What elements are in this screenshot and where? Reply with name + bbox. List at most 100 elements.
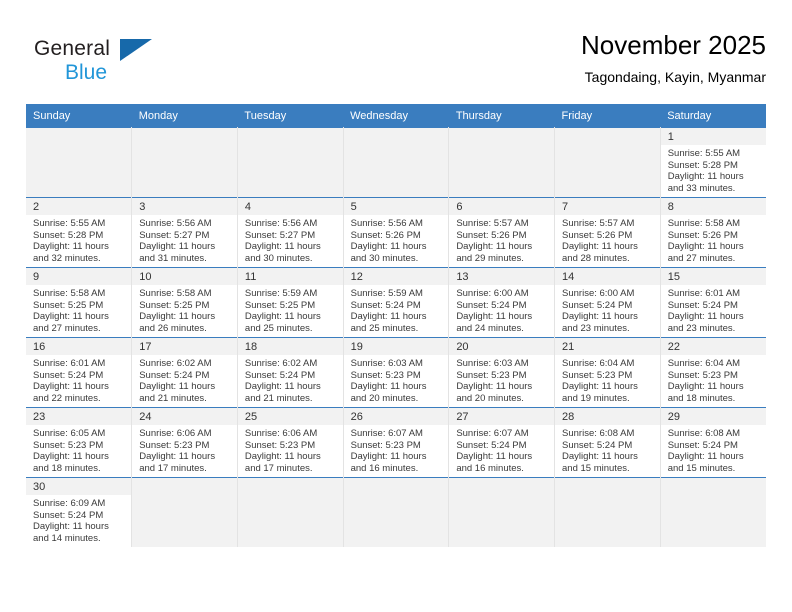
day-details: Sunrise: 6:00 AM Sunset: 5:24 PM Daylight:…: [449, 285, 554, 334]
day-cell[interactable]: 6 Sunrise: 5:57 AM Sunset: 5:26 PM Daylight…: [448, 197, 556, 268]
day-cell-empty: [660, 477, 766, 547]
sunrise-text: Sunrise: 6:06 AM: [139, 428, 212, 439]
day-details: Sunrise: 5:57 AM Sunset: 5:26 PM Daylight:…: [555, 215, 660, 264]
daylight-text-line1: Daylight: 11 hours: [667, 381, 744, 393]
daylight-text-line2: and 23 minutes.: [667, 322, 736, 334]
daylight-text-line2: and 15 minutes.: [562, 462, 630, 474]
day-cell[interactable]: 20 Sunrise: 6:03 AM Sunset: 5:23 PM Dayligh…: [448, 337, 556, 408]
sunset-text: Sunset: 5:23 PM: [350, 439, 421, 451]
daylight-text-line2: and 27 minutes.: [33, 322, 101, 334]
weekday-header-monday: Monday: [131, 104, 238, 128]
weekday-header-tuesday: Tuesday: [237, 104, 344, 128]
day-cell-empty: [554, 477, 661, 547]
day-cell[interactable]: 13 Sunrise: 6:00 AM Sunset: 5:24 PM Dayligh…: [448, 267, 556, 338]
daylight-text-line1: Daylight: 11 hours: [33, 521, 109, 533]
day-number: 23: [26, 408, 132, 425]
day-cell[interactable]: 30 Sunrise: 6:09 AM Sunset: 5:24 PM Dayligh…: [26, 477, 133, 547]
daylight-text-line2: and 24 minutes.: [456, 322, 524, 334]
day-cell[interactable]: 16 Sunrise: 6:01 AM Sunset: 5:24 PM Dayligh…: [26, 337, 133, 408]
daylight-text-line2: and 32 minutes.: [33, 252, 101, 264]
day-cell[interactable]: 25 Sunrise: 6:06 AM Sunset: 5:23 PM Dayligh…: [237, 407, 344, 478]
day-cell[interactable]: 15 Sunrise: 6:01 AM Sunset: 5:24 PM Dayligh…: [660, 267, 766, 338]
day-number: 14: [555, 268, 660, 285]
daylight-text-line1: Daylight: 11 hours: [350, 451, 427, 463]
day-cell[interactable]: 18 Sunrise: 6:02 AM Sunset: 5:24 PM Dayligh…: [237, 337, 344, 408]
sunset-text: Sunset: 5:24 PM: [139, 369, 210, 381]
sunrise-text: Sunrise: 5:55 AM: [33, 218, 106, 229]
day-number: 11: [237, 268, 343, 285]
day-cell[interactable]: 14 Sunrise: 6:00 AM Sunset: 5:24 PM Dayligh…: [554, 267, 661, 338]
day-cell[interactable]: 7 Sunrise: 5:57 AM Sunset: 5:26 PM Daylight…: [554, 197, 661, 268]
sunset-text: Sunset: 5:28 PM: [667, 159, 738, 171]
day-cell[interactable]: 17 Sunrise: 6:02 AM Sunset: 5:24 PM Dayligh…: [131, 337, 238, 408]
day-details: Sunrise: 6:04 AM Sunset: 5:23 PM Daylight:…: [555, 355, 660, 404]
sunset-text: Sunset: 5:25 PM: [139, 299, 210, 311]
daylight-text-line2: and 18 minutes.: [33, 462, 101, 474]
day-cell[interactable]: 12 Sunrise: 5:59 AM Sunset: 5:24 PM Dayligh…: [343, 267, 450, 338]
sunset-text: Sunset: 5:24 PM: [33, 369, 104, 381]
sunset-text: Sunset: 5:26 PM: [562, 229, 633, 241]
weekday-header-friday: Friday: [554, 104, 661, 128]
sunrise-text: Sunrise: 6:07 AM: [350, 428, 423, 439]
calendar-table: Sunday Monday Tuesday Wednesday Thursday Frid…: [26, 104, 766, 547]
sunset-text: Sunset: 5:26 PM: [456, 229, 527, 241]
sunrise-text: Sunrise: 6:07 AM: [456, 428, 529, 439]
day-cell-empty: [343, 477, 450, 547]
day-details: Sunrise: 6:01 AM Sunset: 5:24 PM Daylight:…: [661, 285, 766, 334]
day-number: 28: [555, 408, 660, 425]
sunrise-text: Sunrise: 6:00 AM: [562, 288, 635, 299]
day-cell[interactable]: 28 Sunrise: 6:08 AM Sunset: 5:24 PM Dayligh…: [554, 407, 661, 478]
day-cell[interactable]: 23 Sunrise: 6:05 AM Sunset: 5:23 PM Dayligh…: [26, 407, 133, 478]
daylight-text-line1: Daylight: 11 hours: [456, 381, 533, 393]
day-cell[interactable]: 24 Sunrise: 6:06 AM Sunset: 5:23 PM Dayligh…: [131, 407, 238, 478]
day-cell[interactable]: 5 Sunrise: 5:56 AM Sunset: 5:26 PM Daylight…: [343, 197, 450, 268]
sunset-text: Sunset: 5:28 PM: [33, 229, 104, 241]
daylight-text-line1: Daylight: 11 hours: [244, 241, 321, 253]
day-number: 4: [237, 198, 343, 215]
day-details: Sunrise: 6:00 AM Sunset: 5:24 PM Daylight:…: [555, 285, 660, 334]
daylight-text-line1: Daylight: 11 hours: [350, 381, 427, 393]
daylight-text-line1: Daylight: 11 hours: [33, 381, 109, 393]
calendar-page: General Blue November 2025 Tagondaing, K…: [0, 0, 792, 612]
sunrise-text: Sunrise: 6:05 AM: [33, 428, 106, 439]
day-cell[interactable]: 2 Sunrise: 5:55 AM Sunset: 5:28 PM Daylight…: [26, 197, 133, 268]
day-cell[interactable]: 26 Sunrise: 6:07 AM Sunset: 5:23 PM Dayligh…: [343, 407, 450, 478]
daylight-text-line1: Daylight: 11 hours: [244, 451, 321, 463]
daylight-text-line1: Daylight: 11 hours: [667, 451, 744, 463]
day-cell[interactable]: 1 Sunrise: 5:55 AM Sunset: 5:28 PM Daylight…: [660, 127, 766, 198]
day-number: 29: [660, 408, 766, 425]
day-number: 5: [343, 198, 449, 215]
day-cell[interactable]: 3 Sunrise: 5:56 AM Sunset: 5:27 PM Daylight…: [131, 197, 238, 268]
day-cell[interactable]: 27 Sunrise: 6:07 AM Sunset: 5:24 PM Dayligh…: [448, 407, 556, 478]
day-cell[interactable]: 21 Sunrise: 6:04 AM Sunset: 5:23 PM Dayligh…: [554, 337, 661, 408]
weekday-header-saturday: Saturday: [660, 104, 766, 128]
day-cell[interactable]: 11 Sunrise: 5:59 AM Sunset: 5:25 PM Dayligh…: [237, 267, 344, 338]
day-number: 9: [26, 268, 132, 285]
day-details: Sunrise: 6:06 AM Sunset: 5:23 PM Daylight:…: [132, 425, 237, 474]
day-number: 24: [132, 408, 237, 425]
day-cell[interactable]: 29 Sunrise: 6:08 AM Sunset: 5:24 PM Dayligh…: [660, 407, 766, 478]
day-cell[interactable]: 4 Sunrise: 5:56 AM Sunset: 5:27 PM Daylight…: [237, 197, 344, 268]
daylight-text-line2: and 14 minutes.: [33, 532, 101, 544]
day-cell[interactable]: 8 Sunrise: 5:58 AM Sunset: 5:26 PM Daylight…: [660, 197, 766, 268]
day-number: 16: [26, 338, 132, 355]
day-cell[interactable]: 19 Sunrise: 6:03 AM Sunset: 5:23 PM Dayligh…: [343, 337, 450, 408]
day-cell[interactable]: 9 Sunrise: 5:58 AM Sunset: 5:25 PM Daylight…: [26, 267, 133, 338]
sunset-text: Sunset: 5:23 PM: [456, 369, 527, 381]
day-details: Sunrise: 5:56 AM Sunset: 5:27 PM Daylight:…: [132, 215, 237, 264]
week-row: 1 Sunrise: 5:55 AM Sunset: 5:28 PM Daylight…: [26, 127, 766, 198]
daylight-text-line2: and 21 minutes.: [244, 392, 313, 404]
sunset-text: Sunset: 5:25 PM: [33, 299, 104, 311]
daylight-text-line2: and 31 minutes.: [139, 252, 207, 264]
generalblue-logo[interactable]: General Blue: [34, 36, 174, 92]
sunset-text: Sunset: 5:24 PM: [456, 299, 527, 311]
logo-text-blue: Blue: [65, 61, 108, 84]
sunrise-text: Sunrise: 5:57 AM: [562, 218, 635, 229]
day-number: 20: [449, 338, 555, 355]
day-cell[interactable]: 10 Sunrise: 5:58 AM Sunset: 5:25 PM Dayligh…: [131, 267, 238, 338]
daylight-text-line2: and 27 minutes.: [667, 252, 736, 264]
day-number: 17: [132, 338, 237, 355]
day-cell[interactable]: 22 Sunrise: 6:04 AM Sunset: 5:23 PM Dayligh…: [660, 337, 766, 408]
week-row: 9 Sunrise: 5:58 AM Sunset: 5:25 PM Daylight…: [26, 267, 766, 338]
day-details: Sunrise: 5:57 AM Sunset: 5:26 PM Daylight:…: [449, 215, 554, 264]
